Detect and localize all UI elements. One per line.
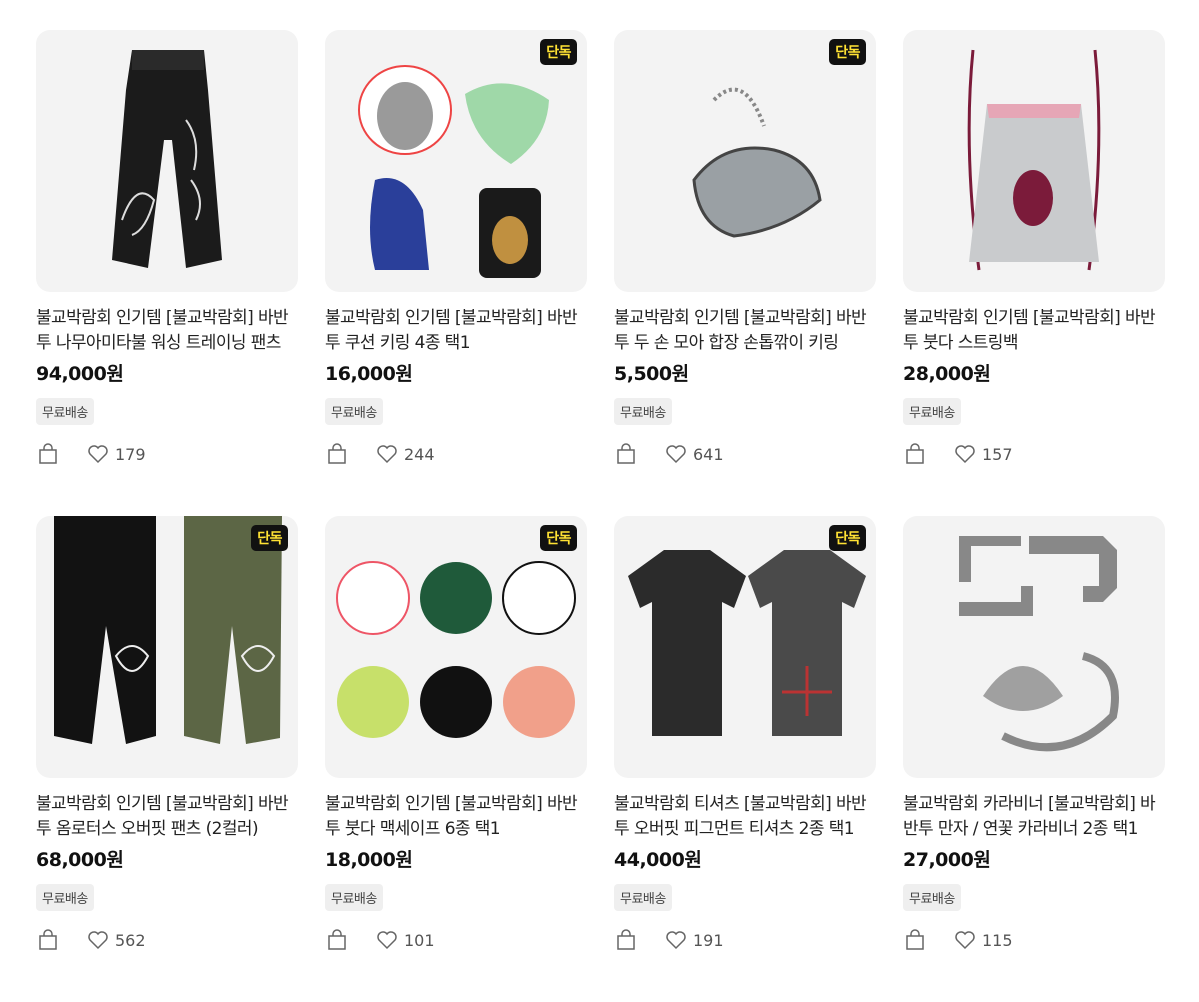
product-title[interactable]: 불교박람회 인기템 [불교박람회] 바반투 쿠션 키링 4종 택1 bbox=[325, 306, 587, 356]
like-count: 641 bbox=[693, 444, 724, 464]
product-image[interactable] bbox=[36, 30, 298, 292]
product-title[interactable]: 불교박람회 티셔츠 [불교박람회] 바반투 오버핏 피그먼트 티셔츠 2종 택1 bbox=[614, 792, 876, 842]
like-count: 562 bbox=[115, 930, 146, 950]
exclusive-badge: 단독 bbox=[829, 525, 866, 551]
product-image[interactable]: 단독 bbox=[614, 516, 876, 778]
free-shipping-tag: 무료배송 bbox=[36, 398, 94, 425]
product-title[interactable]: 불교박람회 카라비너 [불교박람회] 바반투 만자 / 연꽃 카라비너 2종 택… bbox=[903, 792, 1165, 842]
like-count: 157 bbox=[982, 444, 1013, 464]
product-card[interactable]: 불교박람회 인기템 [불교박람회] 바반투 붓다 스트링백 28,000원 무료… bbox=[903, 30, 1165, 516]
product-photo-tshirts bbox=[628, 550, 866, 736]
product-image[interactable]: 단독 bbox=[325, 516, 587, 778]
like-count: 101 bbox=[404, 930, 435, 950]
product-card[interactable]: 불교박람회 인기템 [불교박람회] 바반투 나무아미타불 워싱 트레이닝 팬츠 … bbox=[36, 30, 298, 516]
product-image[interactable]: 단독 bbox=[325, 30, 587, 292]
like-count: 244 bbox=[404, 444, 435, 464]
product-photo-nail-clipper bbox=[692, 87, 822, 238]
product-price: 27,000원 bbox=[903, 849, 991, 871]
like-count: 191 bbox=[693, 930, 724, 950]
product-photo-two-pants bbox=[54, 516, 282, 744]
exclusive-badge: 단독 bbox=[251, 525, 288, 551]
product-price: 28,000원 bbox=[903, 363, 991, 385]
product-price: 68,000원 bbox=[36, 849, 124, 871]
like-count: 115 bbox=[982, 930, 1013, 950]
product-image[interactable] bbox=[903, 30, 1165, 292]
free-shipping-tag: 무료배송 bbox=[903, 884, 961, 911]
exclusive-badge: 단독 bbox=[829, 39, 866, 65]
product-photo-black-pants bbox=[112, 50, 222, 268]
heart-icon[interactable] bbox=[375, 928, 399, 952]
shopping-bag-icon[interactable] bbox=[325, 442, 349, 466]
heart-icon[interactable] bbox=[86, 928, 110, 952]
free-shipping-tag: 무료배송 bbox=[903, 398, 961, 425]
product-grid: 불교박람회 인기템 [불교박람회] 바반투 나무아미타불 워싱 트레이닝 팬츠 … bbox=[36, 30, 1165, 1002]
product-image[interactable] bbox=[903, 516, 1165, 778]
product-card[interactable]: 단독 불교박람회 인기템 [불교박람회] 바반투 옴로터스 오버핏 팬츠 (2컬… bbox=[36, 516, 298, 1002]
product-price: 94,000원 bbox=[36, 363, 124, 385]
product-title[interactable]: 불교박람회 인기템 [불교박람회] 바반투 두 손 모아 합장 손톱깎이 키링 bbox=[614, 306, 876, 356]
shopping-bag-icon[interactable] bbox=[903, 442, 927, 466]
free-shipping-tag: 무료배송 bbox=[36, 884, 94, 911]
product-price: 16,000원 bbox=[325, 363, 413, 385]
exclusive-badge: 단독 bbox=[540, 39, 577, 65]
exclusive-badge: 단독 bbox=[540, 525, 577, 551]
like-count: 179 bbox=[115, 444, 146, 464]
product-card[interactable]: 단독 불교박람회 티셔츠 [불교박람회] 바반투 오버핏 피그먼트 티셔츠 2종… bbox=[614, 516, 876, 1002]
product-title[interactable]: 불교박람회 인기템 [불교박람회] 바반투 나무아미타불 워싱 트레이닝 팬츠 bbox=[36, 306, 298, 356]
heart-icon[interactable] bbox=[953, 928, 977, 952]
product-photo-magsafe bbox=[336, 561, 576, 738]
product-photo-carabiner bbox=[959, 536, 1119, 752]
shopping-bag-icon[interactable] bbox=[614, 442, 638, 466]
product-title[interactable]: 불교박람회 인기템 [불교박람회] 바반투 붓다 스트링백 bbox=[903, 306, 1165, 356]
product-title[interactable]: 불교박람회 인기템 [불교박람회] 바반투 붓다 맥세이프 6종 택1 bbox=[325, 792, 587, 842]
free-shipping-tag: 무료배송 bbox=[325, 398, 383, 425]
product-price: 44,000원 bbox=[614, 849, 702, 871]
heart-icon[interactable] bbox=[664, 442, 688, 466]
product-title[interactable]: 불교박람회 인기템 [불교박람회] 바반투 옴로터스 오버핏 팬츠 (2컬러) bbox=[36, 792, 298, 842]
product-card[interactable]: 단독 불교박람회 인기템 [불교박람회] 바반투 두 손 모아 합장 손톱깎이 … bbox=[614, 30, 876, 516]
product-photo-string-bag bbox=[967, 49, 1101, 271]
product-image[interactable]: 단독 bbox=[614, 30, 876, 292]
shopping-bag-icon[interactable] bbox=[614, 928, 638, 952]
heart-icon[interactable] bbox=[86, 442, 110, 466]
product-price: 18,000원 bbox=[325, 849, 413, 871]
product-photo-cushion-keyrings bbox=[358, 65, 549, 278]
heart-icon[interactable] bbox=[375, 442, 399, 466]
product-price: 5,500원 bbox=[614, 363, 689, 385]
free-shipping-tag: 무료배송 bbox=[614, 398, 672, 425]
shopping-bag-icon[interactable] bbox=[903, 928, 927, 952]
heart-icon[interactable] bbox=[664, 928, 688, 952]
heart-icon[interactable] bbox=[953, 442, 977, 466]
shopping-bag-icon[interactable] bbox=[325, 928, 349, 952]
product-card[interactable]: 단독 불교박람회 인기템 [불교박람회] 바반투 쿠션 키링 4종 택1 16,… bbox=[325, 30, 587, 516]
product-image[interactable]: 단독 bbox=[36, 516, 298, 778]
product-card[interactable]: 불교박람회 카라비너 [불교박람회] 바반투 만자 / 연꽃 카라비너 2종 택… bbox=[903, 516, 1165, 1002]
shopping-bag-icon[interactable] bbox=[36, 442, 60, 466]
shopping-bag-icon[interactable] bbox=[36, 928, 60, 952]
product-card[interactable]: 단독 불교박람회 인기템 [불교박람회] 바반투 붓다 맥세이프 6종 택1 1… bbox=[325, 516, 587, 1002]
free-shipping-tag: 무료배송 bbox=[614, 884, 672, 911]
free-shipping-tag: 무료배송 bbox=[325, 884, 383, 911]
